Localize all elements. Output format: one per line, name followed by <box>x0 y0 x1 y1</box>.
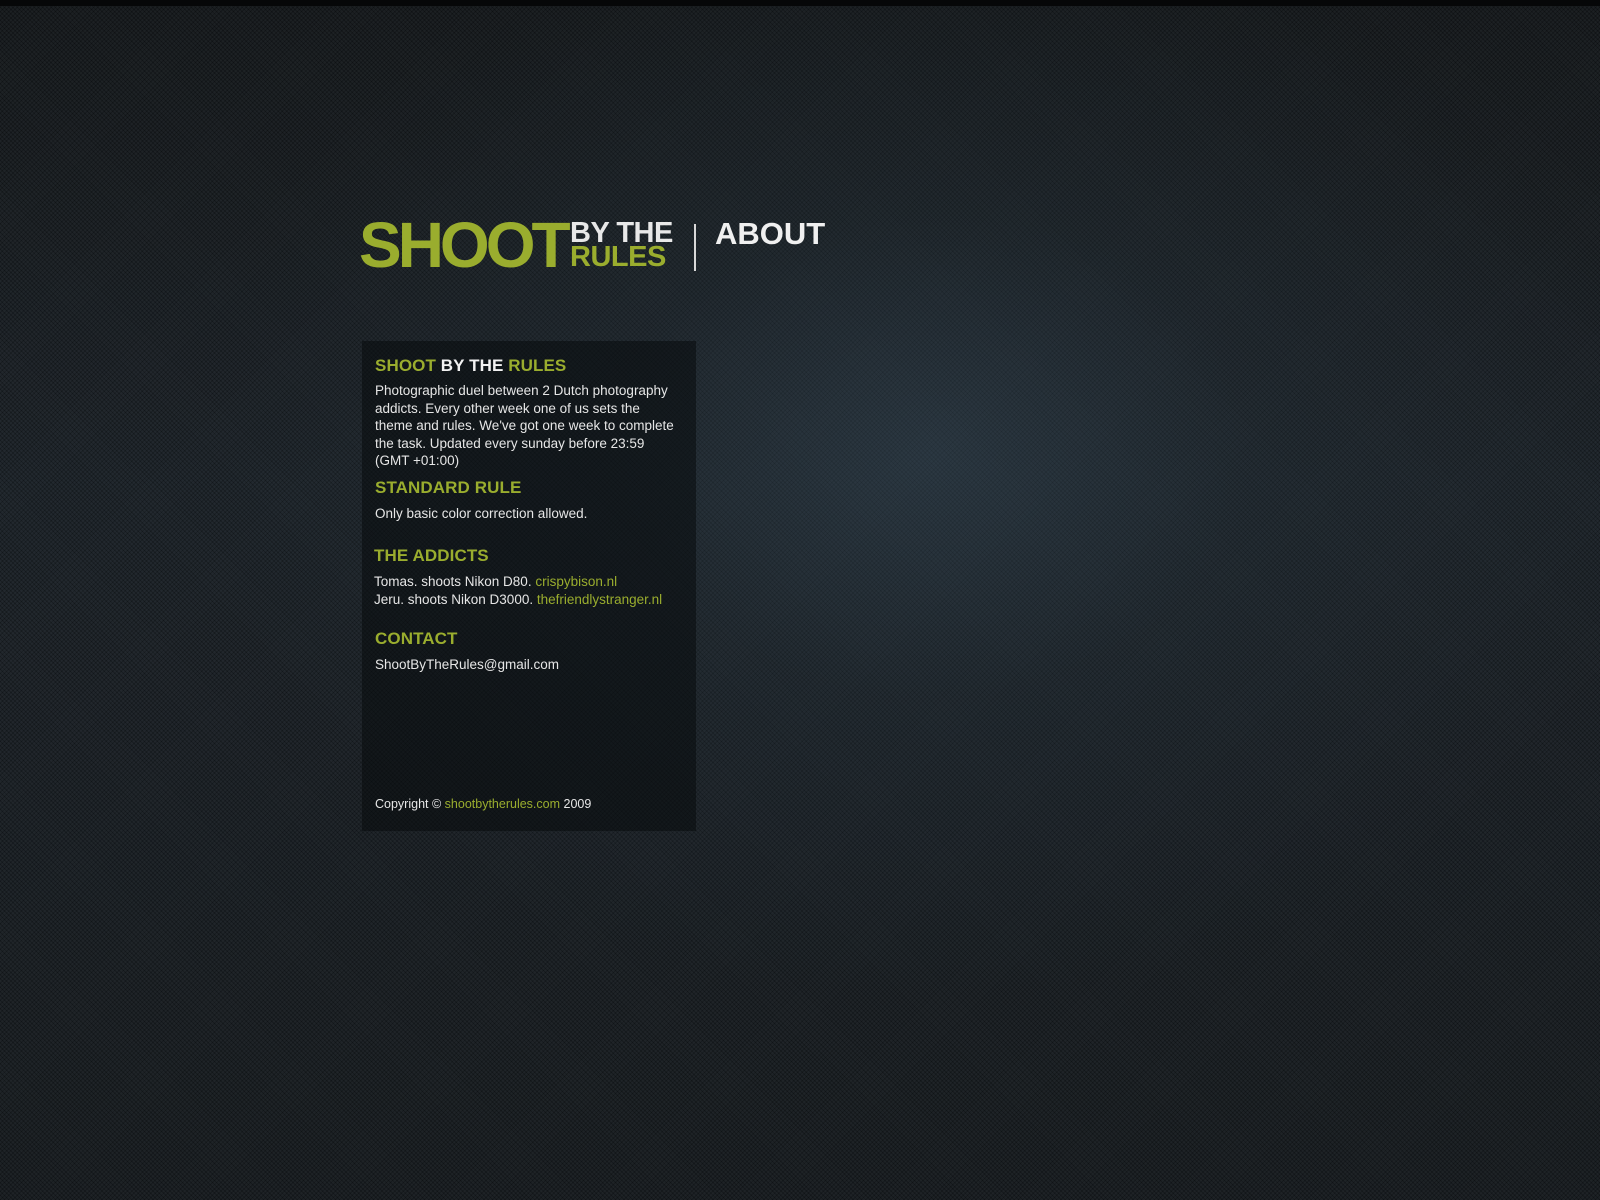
site-header: SHOOT BY THE RULES ABOUT <box>359 209 921 282</box>
copyright-year: 2009 <box>563 797 592 811</box>
about-panel: SHOOT BY THE RULES Photographic duel bet… <box>362 341 696 831</box>
addict-website-link[interactable]: thefriendlystranger.nl <box>537 592 662 607</box>
addict-description: Jeru. shoots Nikon D3000. <box>374 591 534 607</box>
standard-rule-text: Only basic color correction allowed. <box>375 506 588 521</box>
nav-divider <box>694 224 696 271</box>
contact-section: CONTACT ShootByTheRules@gmail.com <box>375 629 680 674</box>
addict-item: Jeru. shoots Nikon D3000. thefriendlystr… <box>374 591 679 609</box>
intro-text: Photographic duel between 2 Dutch photog… <box>375 383 674 468</box>
logo-rules-text: RULES <box>570 241 666 273</box>
intro-title-by-the: BY THE <box>440 356 504 375</box>
top-strip <box>0 0 1600 6</box>
logo-shoot-text: SHOOT <box>359 209 571 281</box>
contact-email[interactable]: ShootByTheRules@gmail.com <box>375 656 680 674</box>
addicts-section: THE ADDICTS Tomas. shoots Nikon D80. cri… <box>374 546 679 608</box>
copyright-prefix: Copyright © <box>375 797 442 811</box>
copyright-site-link[interactable]: shootbytherules.com <box>445 797 560 811</box>
addict-item: Tomas. shoots Nikon D80. crispybison.nl <box>374 573 679 591</box>
addicts-title: THE ADDICTS <box>374 546 489 565</box>
site-logo[interactable]: SHOOT BY THE RULES <box>359 209 681 282</box>
standard-rule-title: STANDARD RULE <box>375 478 522 497</box>
intro-title-shoot: SHOOT <box>375 356 436 375</box>
intro-section: SHOOT BY THE RULES Photographic duel bet… <box>375 356 680 470</box>
intro-title-rules: RULES <box>508 356 567 375</box>
copyright: Copyright © shootbytherules.com 2009 <box>375 796 591 812</box>
addicts-list: Tomas. shoots Nikon D80. crispybison.nl … <box>374 573 679 608</box>
nav-about-link[interactable]: ABOUT <box>715 216 825 252</box>
addict-website-link[interactable]: crispybison.nl <box>535 574 617 589</box>
addict-description: Tomas. shoots Nikon D80. <box>374 574 532 589</box>
intro-title: SHOOT BY THE RULES <box>375 356 680 376</box>
standard-rule-section: STANDARD RULE Only basic color correctio… <box>375 478 680 523</box>
contact-title: CONTACT <box>375 629 458 648</box>
